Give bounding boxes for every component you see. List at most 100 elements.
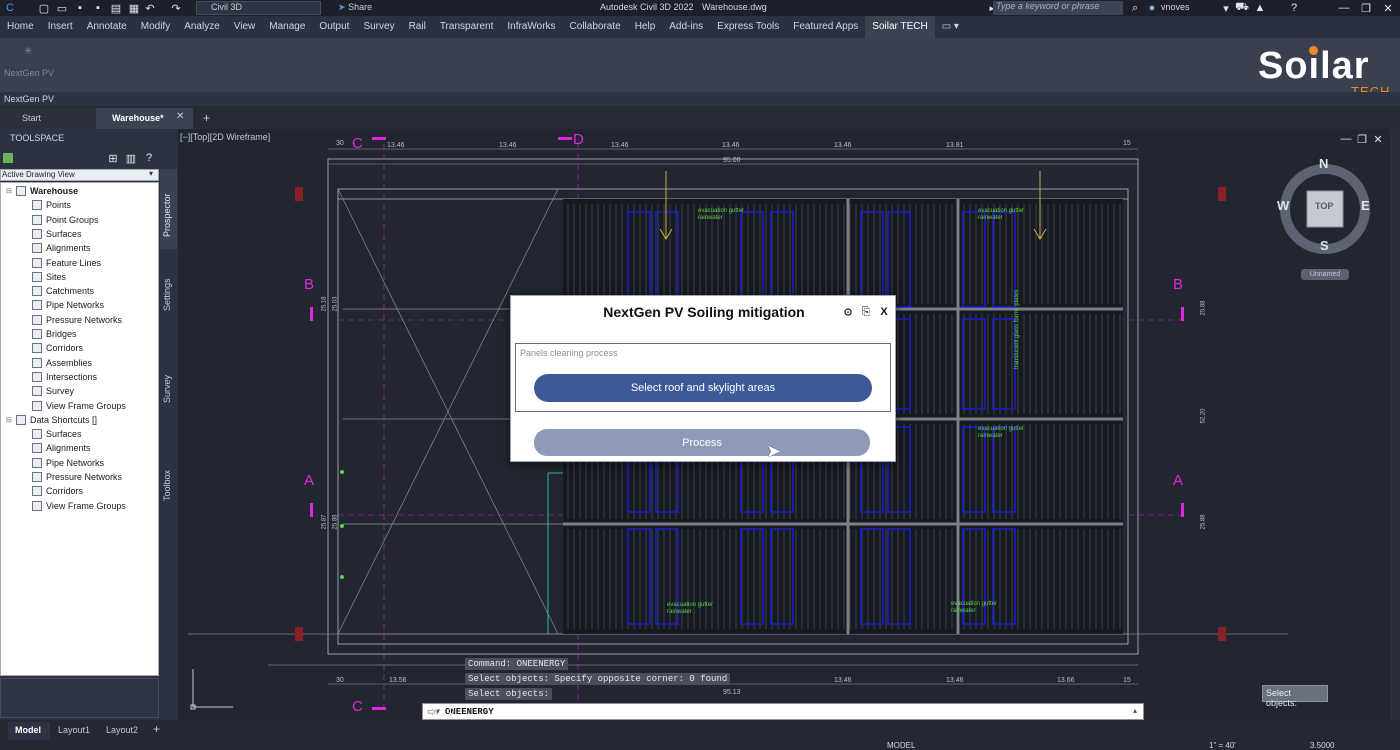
- share-button[interactable]: ➤ Share: [338, 2, 372, 13]
- ribbon-tab-transparent[interactable]: Transparent: [433, 16, 501, 38]
- tree-item[interactable]: Sites: [22, 271, 66, 282]
- tree-item[interactable]: Feature Lines: [22, 257, 101, 268]
- side-tab-settings[interactable]: Settings: [160, 259, 177, 319]
- viewport-minimize-icon[interactable]: —: [1338, 131, 1354, 147]
- expand-toggle-icon[interactable]: ⊟: [6, 416, 12, 424]
- toolspace-help-icon[interactable]: ?: [141, 150, 157, 166]
- nextgen-pv-button[interactable]: ✳ NextGen PV: [3, 44, 55, 84]
- command-customize-icon[interactable]: ⚲: [443, 704, 459, 720]
- tree-item[interactable]: ⊟ Data Shortcuts []: [6, 414, 97, 425]
- autodesk-a360-icon[interactable]: ▲: [1252, 0, 1268, 16]
- new-file-icon[interactable]: ▢: [36, 0, 52, 16]
- tree-item[interactable]: Surfaces: [22, 429, 82, 440]
- tree-item[interactable]: Points: [22, 200, 71, 211]
- close-dialog-icon[interactable]: X: [876, 304, 892, 320]
- annotation-scale[interactable]: 1" = 40': [1209, 741, 1236, 750]
- tree-item[interactable]: Catchments: [22, 286, 94, 297]
- ribbon-tab-express-tools[interactable]: Express Tools: [710, 16, 786, 38]
- ribbon-tab-insert[interactable]: Insert: [41, 16, 80, 38]
- viewport-restore-icon[interactable]: ❐: [1354, 131, 1370, 147]
- ribbon-tab-manage[interactable]: Manage: [262, 16, 312, 38]
- tree-item[interactable]: Point Groups: [22, 214, 99, 225]
- save-as-icon[interactable]: ▪: [90, 0, 106, 16]
- tree-item[interactable]: Pipe Networks: [22, 457, 104, 468]
- user-icon[interactable]: ●: [1144, 0, 1160, 16]
- process-button[interactable]: Process: [534, 429, 870, 456]
- tree-item[interactable]: Intersections: [22, 371, 97, 382]
- side-tab-prospector[interactable]: Prospector: [160, 169, 177, 249]
- ribbon-tab-modify[interactable]: Modify: [134, 16, 177, 38]
- tree-item[interactable]: Bridges: [22, 329, 77, 339]
- export-icon[interactable]: ⎘: [858, 304, 874, 320]
- ribbon-tab-annotate[interactable]: Annotate: [80, 16, 134, 38]
- tree-item[interactable]: Pipe Networks: [22, 300, 104, 311]
- tree-item[interactable]: Alignments: [22, 243, 91, 254]
- undo-icon[interactable]: ↶: [142, 0, 158, 16]
- viewport-close-icon[interactable]: ✕: [1370, 131, 1386, 147]
- settings-icon[interactable]: ⚙: [840, 304, 856, 320]
- tree-item[interactable]: Corridors: [22, 486, 83, 497]
- ribbon-tab-add-ins[interactable]: Add-ins: [662, 16, 710, 38]
- tree-item[interactable]: Pressure Networks: [22, 314, 122, 325]
- toolspace-tool-icon-1[interactable]: ⊞: [105, 150, 121, 166]
- search-input[interactable]: Type a keyword or phrase: [993, 1, 1123, 15]
- viewcube-top[interactable]: TOP: [1315, 201, 1333, 211]
- doc-tab-start[interactable]: Start: [0, 108, 96, 129]
- plot-icon[interactable]: ▦: [126, 0, 142, 16]
- tree-item[interactable]: Pressure Networks: [22, 472, 122, 482]
- viewcube-west[interactable]: W: [1277, 198, 1289, 213]
- view-selector-dropdown[interactable]: Active Drawing View ▾: [0, 169, 159, 181]
- viewcube-south[interactable]: S: [1320, 238, 1329, 253]
- chevron-down-icon[interactable]: ▾: [1218, 0, 1234, 16]
- chevron-up-icon[interactable]: ▴: [1133, 706, 1137, 715]
- tree-item[interactable]: Survey: [22, 386, 74, 397]
- ribbon-tab-home[interactable]: Home: [0, 16, 41, 38]
- ribbon-tab-rail[interactable]: Rail: [402, 16, 433, 38]
- command-close-icon[interactable]: ✕: [427, 704, 443, 720]
- layout-tab-layout2[interactable]: Layout2: [106, 725, 138, 735]
- ribbon-tab-view[interactable]: View: [227, 16, 263, 38]
- toolspace-color-icon[interactable]: [3, 153, 13, 163]
- doc-tab-warehouse[interactable]: Warehouse* ✕: [96, 108, 193, 129]
- tree-item[interactable]: Surfaces: [22, 228, 82, 239]
- save-icon[interactable]: ▪: [72, 0, 88, 16]
- cart-icon[interactable]: ⛟: [1234, 0, 1250, 16]
- search-icon[interactable]: ⌕: [1127, 0, 1143, 16]
- workspace-selector[interactable]: Civil 3D: [196, 1, 321, 15]
- tree-item[interactable]: Alignments: [22, 443, 91, 454]
- ribbon-tab-collaborate[interactable]: Collaborate: [563, 16, 628, 38]
- new-tab-icon[interactable]: +: [203, 111, 210, 125]
- close-tab-icon[interactable]: ✕: [176, 111, 184, 122]
- model-space-label[interactable]: MODEL: [887, 741, 915, 750]
- viewcube-east[interactable]: E: [1361, 198, 1370, 213]
- ribbon-tab-infraworks[interactable]: InfraWorks: [500, 16, 562, 38]
- side-tab-survey[interactable]: Survey: [160, 369, 177, 409]
- viewcube-north[interactable]: N: [1319, 156, 1328, 171]
- toolspace-tool-icon-2[interactable]: ▥: [123, 150, 139, 166]
- open-file-icon[interactable]: ▭: [54, 0, 70, 16]
- ribbon-tab-soilar-tech[interactable]: Soilar TECH: [865, 16, 935, 38]
- add-layout-icon[interactable]: +: [153, 722, 160, 736]
- restore-icon[interactable]: ❐: [1358, 0, 1374, 16]
- tree-item[interactable]: Assemblies: [22, 357, 92, 368]
- redo-icon[interactable]: ↷: [168, 0, 184, 16]
- close-icon[interactable]: ✕: [1380, 0, 1396, 16]
- tree-item[interactable]: View Frame Groups: [22, 400, 126, 411]
- print-icon[interactable]: ▤: [108, 0, 124, 16]
- tree-item[interactable]: Corridors: [22, 343, 83, 354]
- status-value[interactable]: 3.5000: [1310, 741, 1334, 750]
- tree-item[interactable]: View Frame Groups: [22, 500, 126, 511]
- tree-item[interactable]: ⊟ Warehouse: [6, 186, 78, 196]
- ribbon-tab-featured-apps[interactable]: Featured Apps: [786, 16, 865, 38]
- help-icon[interactable]: ?: [1286, 0, 1302, 16]
- ribbon-tab-survey[interactable]: Survey: [356, 16, 401, 38]
- user-name[interactable]: vnoves: [1161, 2, 1190, 12]
- command-line-input[interactable]: ▭▾ ONEENERGY ▴: [422, 703, 1144, 720]
- layout-tab-model[interactable]: Model: [8, 722, 50, 740]
- select-roof-button[interactable]: Select roof and skylight areas: [534, 374, 872, 402]
- minimize-icon[interactable]: —: [1336, 0, 1352, 16]
- app-menu-icon[interactable]: C: [2, 0, 18, 16]
- ribbon-tab-analyze[interactable]: Analyze: [177, 16, 227, 38]
- ribbon-options-icon[interactable]: ▭ ▾: [935, 16, 966, 38]
- side-tab-toolbox[interactable]: Toolbox: [160, 464, 177, 509]
